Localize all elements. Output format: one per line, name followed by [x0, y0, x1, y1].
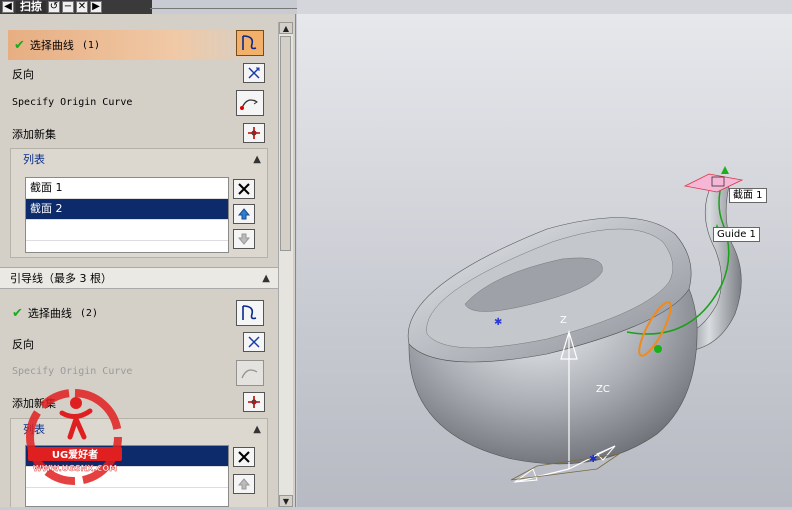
select-curve-icon[interactable] [236, 30, 264, 56]
scroll-down-icon[interactable]: ▼ [279, 495, 293, 507]
select-curve-row-section[interactable]: ✔ 选择曲线 (1) [8, 30, 266, 60]
guide-label-tag[interactable]: Guide 1 [713, 227, 760, 242]
watermark-logo: UG爱好者 WWW.UGSNX.COM [22, 385, 126, 489]
origin-curve-icon [236, 360, 264, 386]
add-new-set-icon[interactable] [243, 123, 265, 143]
chevron-up-icon[interactable]: ▲ [253, 154, 261, 165]
select-curve-label: 选择曲线 [29, 39, 74, 52]
add-new-set-icon[interactable] [243, 392, 265, 412]
guide-section-header[interactable]: 引导线（最多 3 根） ▲ [0, 267, 278, 289]
close-icon[interactable]: ✕ [76, 1, 88, 13]
list-item [26, 220, 228, 241]
axis-zc-label: ZC [596, 384, 610, 395]
reverse-label: 反向 [12, 68, 34, 81]
panel-scrollbar[interactable]: ▲ ▼ [278, 22, 293, 507]
check-icon: ✔ [12, 305, 23, 321]
origin-curve-label: Specify Origin Curve [12, 366, 133, 377]
svg-text:✱: ✱ [494, 317, 502, 328]
list-item[interactable]: 截面 1 [26, 178, 228, 199]
chevron-up-icon[interactable]: ▲ [253, 424, 261, 435]
list-item-label: 截面 1 [30, 181, 63, 194]
origin-curve-row: Specify Origin Curve [12, 366, 132, 377]
origin-curve-icon[interactable] [236, 90, 264, 116]
scroll-thumb[interactable] [280, 36, 291, 251]
section-label-tag[interactable]: 截面 1 [729, 188, 767, 203]
expand-icon[interactable]: ▶ [90, 1, 102, 13]
move-up-icon[interactable] [233, 204, 255, 224]
origin-curve-row: Specify Origin Curve [12, 97, 132, 108]
select-curve-icon[interactable] [236, 300, 264, 326]
watermark-text-cn: UG爱好者 [52, 448, 98, 461]
reverse-direction-icon[interactable] [243, 63, 265, 83]
remove-item-icon[interactable] [233, 447, 255, 467]
list-item-label: 截面 2 [30, 202, 63, 215]
add-new-set-row: 添加新集 [12, 126, 56, 142]
dialog-title: 扫掠 [16, 1, 46, 13]
list-item[interactable]: 截面 2 [26, 199, 228, 220]
add-new-set-label: 添加新集 [12, 128, 56, 141]
move-down-icon[interactable] [233, 229, 255, 249]
chevron-up-icon[interactable]: ▲ [262, 273, 270, 284]
reverse-row: 反向 [12, 336, 34, 352]
reset-icon[interactable]: ↺ [48, 1, 60, 13]
select-curve-count: (2) [79, 307, 98, 319]
model-3d-scene: ✱ ✱ [407, 166, 744, 483]
remove-item-icon[interactable] [233, 179, 255, 199]
watermark-url: WWW.UGSNX.COM [33, 464, 117, 473]
list-group-header[interactable]: 列表 ▲ [11, 149, 267, 169]
graphics-viewport[interactable]: ✱ ✱ 截面 1 Guide 1 Z ZC [297, 14, 792, 507]
move-up-icon[interactable] [233, 474, 255, 494]
dialog-titlebar: ◀ 扫掠 ↺ − ✕ ▶ [0, 0, 152, 14]
viewport-top-strip [297, 0, 792, 14]
section-list[interactable]: 截面 1 截面 2 [25, 177, 229, 253]
check-icon: ✔ [14, 37, 25, 53]
reverse-label: 反向 [12, 338, 34, 351]
axis-z-label: Z [560, 315, 567, 326]
reverse-direction-icon[interactable] [243, 332, 265, 352]
origin-curve-label: Specify Origin Curve [12, 97, 133, 108]
select-curve-count: (1) [81, 39, 100, 51]
scroll-up-icon[interactable]: ▲ [279, 22, 293, 34]
select-curve-label: 选择曲线 [27, 307, 72, 320]
guide-section-label: 引导线（最多 3 根） [10, 272, 112, 285]
minimize-icon[interactable]: − [62, 1, 74, 13]
list-label: 列表 [23, 153, 45, 166]
reverse-row: 反向 [12, 66, 34, 82]
svg-text:✱: ✱ [589, 454, 597, 465]
select-curve-row-guide[interactable]: ✔ 选择曲线 (2) [12, 305, 98, 321]
list-group-1: 列表 ▲ 截面 1 截面 2 [10, 148, 268, 258]
collapse-icon[interactable]: ◀ [2, 1, 14, 13]
